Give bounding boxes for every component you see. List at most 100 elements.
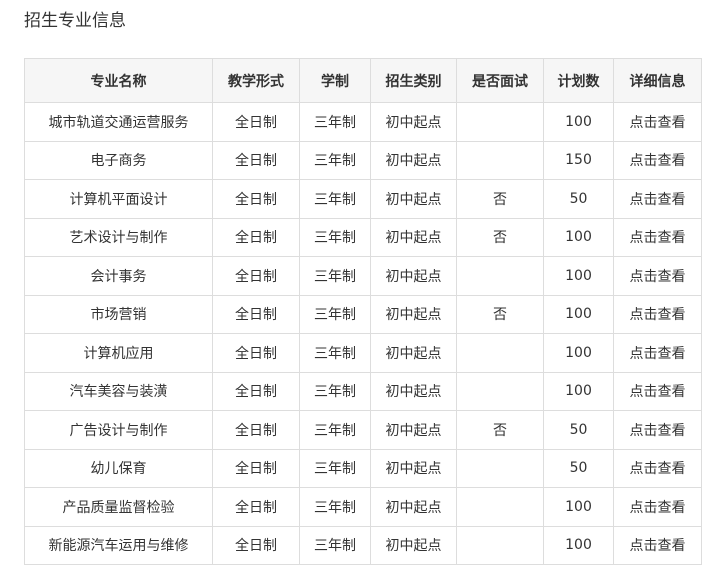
table-row: 城市轨道交通运营服务 全日制 三年制 初中起点 100 点击查看 xyxy=(24,102,702,142)
major-name-cell: 新能源汽车运用与维修 xyxy=(24,525,213,565)
plan-count-cell: 100 xyxy=(543,294,614,334)
table-row: 会计事务 全日制 三年制 初中起点 100 点击查看 xyxy=(24,256,702,296)
duration-cell: 三年制 xyxy=(299,294,371,334)
teaching-form-cell: 全日制 xyxy=(212,448,300,488)
enrollment-type-cell: 初中起点 xyxy=(370,448,457,488)
header-enrollment-type: 招生类别 xyxy=(370,58,457,103)
interview-cell xyxy=(456,525,544,565)
header-teaching-form: 教学形式 xyxy=(212,58,300,103)
table-row: 新能源汽车运用与维修 全日制 三年制 初中起点 100 点击查看 xyxy=(24,525,702,565)
teaching-form-cell: 全日制 xyxy=(212,333,300,373)
details-link[interactable]: 点击查看 xyxy=(613,179,702,219)
details-link[interactable]: 点击查看 xyxy=(613,102,702,142)
details-link[interactable]: 点击查看 xyxy=(613,448,702,488)
details-link[interactable]: 点击查看 xyxy=(613,217,702,257)
plan-count-cell: 100 xyxy=(543,525,614,565)
interview-cell: 否 xyxy=(456,410,544,450)
plan-count-cell: 50 xyxy=(543,448,614,488)
details-link[interactable]: 点击查看 xyxy=(613,487,702,527)
table-row: 计算机平面设计 全日制 三年制 初中起点否 50 点击查看 xyxy=(24,179,702,219)
plan-count-cell: 100 xyxy=(543,333,614,373)
interview-cell xyxy=(456,333,544,373)
table-body: 城市轨道交通运营服务 全日制 三年制 初中起点 100 点击查看 电子商务 全日制 三年制 初中起… xyxy=(24,102,702,565)
duration-cell: 三年制 xyxy=(299,102,371,142)
teaching-form-cell: 全日制 xyxy=(212,217,300,257)
major-name-cell: 广告设计与制作 xyxy=(24,410,213,450)
duration-cell: 三年制 xyxy=(299,256,371,296)
header-interview: 是否面试 xyxy=(456,58,544,103)
plan-count-cell: 100 xyxy=(543,217,614,257)
major-name-cell: 会计事务 xyxy=(24,256,213,296)
table-row: 幼儿保育 全日制 三年制 初中起点 50 点击查看 xyxy=(24,448,702,488)
major-name-cell: 计算机平面设计 xyxy=(24,179,213,219)
plan-count-cell: 100 xyxy=(543,371,614,411)
interview-cell xyxy=(456,448,544,488)
duration-cell: 三年制 xyxy=(299,371,371,411)
header-duration: 学制 xyxy=(299,58,371,103)
teaching-form-cell: 全日制 xyxy=(212,256,300,296)
table-header: 专业名称 教学形式 学制 招生类别 是否面试 计划数 详细信息 xyxy=(24,58,702,103)
interview-cell xyxy=(456,102,544,142)
enrollment-type-cell: 初中起点 xyxy=(370,410,457,450)
teaching-form-cell: 全日制 xyxy=(212,294,300,334)
table-row: 计算机应用 全日制 三年制 初中起点 100 点击查看 xyxy=(24,333,702,373)
interview-cell: 否 xyxy=(456,294,544,334)
details-link[interactable]: 点击查看 xyxy=(613,256,702,296)
teaching-form-cell: 全日制 xyxy=(212,525,300,565)
teaching-form-cell: 全日制 xyxy=(212,487,300,527)
enrollment-type-cell: 初中起点 xyxy=(370,179,457,219)
header-details: 详细信息 xyxy=(613,58,702,103)
major-name-cell: 艺术设计与制作 xyxy=(24,217,213,257)
header-major-name: 专业名称 xyxy=(24,58,213,103)
details-link[interactable]: 点击查看 xyxy=(613,410,702,450)
majors-table: 专业名称 教学形式 学制 招生类别 是否面试 计划数 详细信息 城市轨道交通运营… xyxy=(24,58,702,565)
teaching-form-cell: 全日制 xyxy=(212,140,300,180)
details-link[interactable]: 点击查看 xyxy=(613,371,702,411)
duration-cell: 三年制 xyxy=(299,333,371,373)
enrollment-type-cell: 初中起点 xyxy=(370,371,457,411)
duration-cell: 三年制 xyxy=(299,525,371,565)
page-title: 招生专业信息 xyxy=(24,11,126,31)
duration-cell: 三年制 xyxy=(299,448,371,488)
plan-count-cell: 50 xyxy=(543,410,614,450)
details-link[interactable]: 点击查看 xyxy=(613,525,702,565)
interview-cell xyxy=(456,256,544,296)
teaching-form-cell: 全日制 xyxy=(212,410,300,450)
teaching-form-cell: 全日制 xyxy=(212,179,300,219)
duration-cell: 三年制 xyxy=(299,217,371,257)
enrollment-type-cell: 初中起点 xyxy=(370,217,457,257)
major-name-cell: 电子商务 xyxy=(24,140,213,180)
duration-cell: 三年制 xyxy=(299,179,371,219)
major-name-cell: 产品质量监督检验 xyxy=(24,487,213,527)
interview-cell xyxy=(456,487,544,527)
enrollment-type-cell: 初中起点 xyxy=(370,140,457,180)
plan-count-cell: 100 xyxy=(543,102,614,142)
major-name-cell: 城市轨道交通运营服务 xyxy=(24,102,213,142)
major-name-cell: 幼儿保育 xyxy=(24,448,213,488)
interview-cell xyxy=(456,371,544,411)
duration-cell: 三年制 xyxy=(299,410,371,450)
table-row: 汽车美容与装潢 全日制 三年制 初中起点 100 点击查看 xyxy=(24,371,702,411)
details-link[interactable]: 点击查看 xyxy=(613,140,702,180)
details-link[interactable]: 点击查看 xyxy=(613,333,702,373)
plan-count-cell: 100 xyxy=(543,256,614,296)
major-name-cell: 计算机应用 xyxy=(24,333,213,373)
details-link[interactable]: 点击查看 xyxy=(613,294,702,334)
enrollment-type-cell: 初中起点 xyxy=(370,525,457,565)
enrollment-type-cell: 初中起点 xyxy=(370,294,457,334)
header-plan-count: 计划数 xyxy=(543,58,614,103)
enrollment-type-cell: 初中起点 xyxy=(370,333,457,373)
duration-cell: 三年制 xyxy=(299,487,371,527)
table-row: 电子商务 全日制 三年制 初中起点 150 点击查看 xyxy=(24,140,702,180)
plan-count-cell: 50 xyxy=(543,179,614,219)
teaching-form-cell: 全日制 xyxy=(212,371,300,411)
major-name-cell: 市场营销 xyxy=(24,294,213,334)
interview-cell xyxy=(456,140,544,180)
table-row: 产品质量监督检验 全日制 三年制 初中起点 100 点击查看 xyxy=(24,487,702,527)
teaching-form-cell: 全日制 xyxy=(212,102,300,142)
major-name-cell: 汽车美容与装潢 xyxy=(24,371,213,411)
enrollment-type-cell: 初中起点 xyxy=(370,256,457,296)
interview-cell: 否 xyxy=(456,179,544,219)
duration-cell: 三年制 xyxy=(299,140,371,180)
interview-cell: 否 xyxy=(456,217,544,257)
